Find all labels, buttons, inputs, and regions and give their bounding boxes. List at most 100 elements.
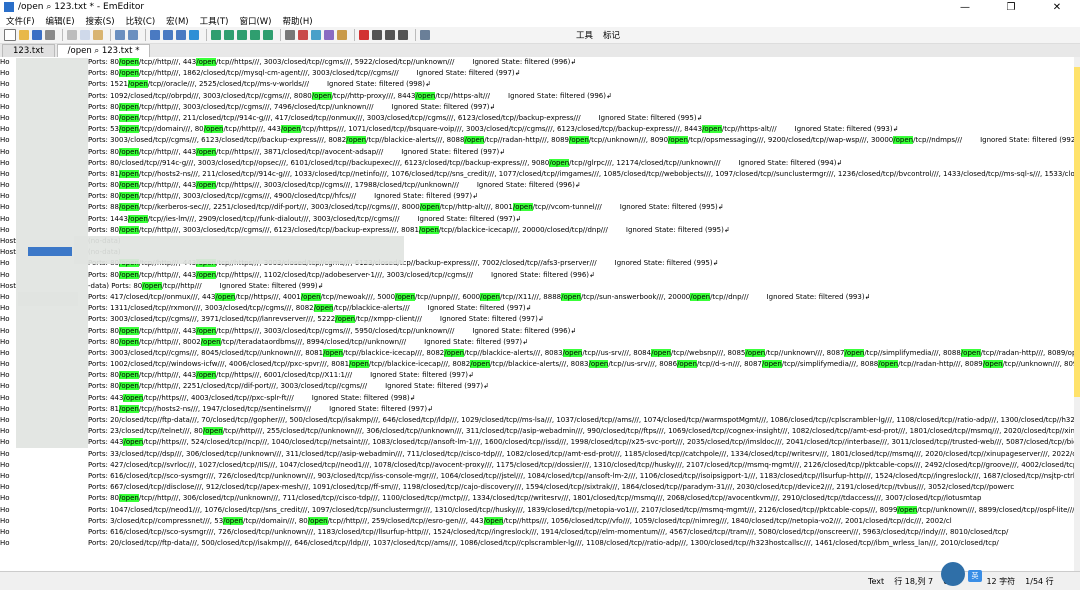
record-macro-icon[interactable]	[359, 30, 369, 40]
macro-icon[interactable]	[398, 30, 408, 40]
view-icon[interactable]	[237, 30, 247, 40]
port-text: Ports: 81	[88, 169, 120, 178]
open-match-highlight: /open	[119, 147, 139, 156]
text-line: Ho Ports: 20/closed/tcp//ftp-data///, 500…	[0, 538, 1074, 549]
port-text: /tcp//https///, 1056/closed/tcp//vfo///,…	[503, 516, 952, 525]
host-field: Ho	[0, 449, 10, 458]
plugin-icon[interactable]	[298, 30, 308, 40]
open-match-highlight: /open	[119, 382, 139, 391]
paste-icon[interactable]	[93, 30, 103, 40]
ignored-state-text: Ignored State: filtered (996)↲	[508, 91, 612, 100]
open-match-highlight: /open	[480, 292, 500, 301]
open-match-highlight: /open	[119, 181, 139, 190]
config-icon[interactable]	[285, 30, 295, 40]
ignored-state-text: Ignored State: filtered (997)↲	[401, 147, 506, 156]
menu-file[interactable]: 文件(F)	[6, 15, 35, 27]
port-text: /tcp//upnp///, 6000	[414, 292, 481, 301]
port-text: /tcp//https///, 1071/closed/tcp//bsquare…	[300, 125, 703, 134]
close-button[interactable]: ✕	[1034, 2, 1080, 13]
ignored-state-text: Ignored State: filtered (997)↲	[391, 102, 496, 111]
scrollbar-thumb[interactable]	[1074, 67, 1080, 397]
maximize-button[interactable]: ❐	[988, 2, 1034, 13]
port-text: /tcp//unknown///, 8087	[765, 348, 845, 357]
view-icon[interactable]	[224, 30, 234, 40]
menu-search[interactable]: 搜索(S)	[86, 15, 115, 27]
open-match-highlight: /open	[313, 304, 334, 313]
port-text: /tcp//http///, 3003/closed/tcp//cgms///,…	[138, 102, 374, 111]
print-icon[interactable]	[45, 30, 55, 40]
port-text: /tcp//radan-http///, 8089	[484, 136, 569, 145]
filter-icon[interactable]	[189, 30, 199, 40]
menu-macro[interactable]: 宏(M)	[166, 15, 188, 27]
open-match-highlight: /open	[203, 125, 224, 134]
open-match-highlight: /open	[280, 125, 301, 134]
port-text: /tcp//radan-http///, 8089	[898, 360, 983, 369]
open-match-highlight: /open	[119, 113, 139, 122]
toolbar-divider	[280, 29, 281, 41]
port-text: /tcp//sun-answerbook///, 20000	[580, 292, 691, 301]
open-match-highlight: /open	[395, 292, 415, 301]
port-text: /tcp//blackice-alerts///, 8083	[464, 348, 563, 357]
view-icon[interactable]	[211, 30, 221, 40]
open-match-highlight: /open	[223, 516, 243, 525]
find-icon[interactable]	[150, 30, 160, 40]
macro-icon[interactable]	[385, 30, 395, 40]
port-text: Ports: 1047/closed/tcp//neod1///, 1076/c…	[88, 505, 898, 514]
toolbar-divider	[415, 29, 416, 41]
cut-icon[interactable]	[67, 30, 77, 40]
text-editor[interactable]: Ho Ports: 80/open/tcp//http///, 443/open/…	[0, 57, 1074, 572]
text-line: Ho Ports: 443/open/tcp//https///, 4003/cl…	[0, 393, 1074, 404]
port-text: /tcp//unknown///, 8090	[588, 136, 669, 145]
open-folder-icon[interactable]	[19, 30, 29, 40]
text-line: HoPorts: 80/open/tcp//http///, 443/open/…	[0, 180, 1074, 191]
text-line: Ho Ports: 80/open/tcp//http///, 3003/clos…	[0, 225, 1074, 236]
redo-icon[interactable]	[128, 30, 138, 40]
plugin-icon[interactable]	[311, 30, 321, 40]
text-line: Ho Ports: 80/open/tcp//http///, 3003/clos…	[0, 191, 1074, 202]
menu-help[interactable]: 帮助(H)	[283, 15, 313, 27]
wrench-icon[interactable]	[420, 30, 430, 40]
minimize-button[interactable]: —	[942, 2, 988, 13]
port-text: /tcp//blackice-alerts///	[333, 304, 410, 313]
ignored-state-text: Ignored State: filtered (995)↲	[619, 203, 724, 212]
copy-icon[interactable]	[80, 30, 90, 40]
port-text: Ports: 80	[88, 270, 120, 279]
port-text: /tcp//http-alt///, 8001	[439, 203, 513, 212]
undo-icon[interactable]	[115, 30, 125, 40]
open-match-highlight: /open	[960, 348, 981, 357]
text-line: HoPorts: 80/open/tcp//http///, 443/open/…	[0, 326, 1074, 337]
port-text: /tcp//http///, 211/closed/tcp//914c-g///…	[138, 113, 581, 122]
port-text: Ports: 20/closed/tcp//ftp-data///, 70/cl…	[88, 416, 1074, 424]
port-text: /tcp//https///, 4001	[235, 292, 301, 301]
open-match-highlight: /open	[335, 315, 356, 324]
view-icon[interactable]	[263, 30, 273, 40]
text-line: Ho Ports: 417/closed/tcp//onmux///, 443/o…	[0, 292, 1074, 303]
menu-compare[interactable]: 比较(C)	[126, 15, 156, 27]
tools-label[interactable]: 工具	[576, 29, 593, 41]
run-macro-icon[interactable]	[372, 30, 382, 40]
replace-icon[interactable]	[176, 30, 186, 40]
ignored-state-text: Ignored State: filtered (997)↲	[427, 304, 532, 313]
text-line: Ho Ports: 88/open/tcp//kerberos-sec///, 2…	[0, 202, 1074, 213]
port-text: Ports: 80	[88, 371, 120, 380]
menu-window[interactable]: 窗口(W)	[239, 15, 271, 27]
tab-open-filter[interactable]: /open ⌕ 123.txt *	[56, 44, 151, 57]
plugin-icon[interactable]	[337, 30, 347, 40]
port-text: /tcp//https///, 3003/closed/tcp//cgms///…	[216, 58, 455, 66]
menu-tools[interactable]: 工具(T)	[200, 15, 229, 27]
plugin-icon[interactable]	[324, 30, 334, 40]
open-match-highlight: /open	[300, 292, 321, 301]
mark-label[interactable]: 标记	[603, 29, 620, 41]
find-next-icon[interactable]	[163, 30, 173, 40]
tab-123-txt[interactable]: 123.txt	[2, 44, 55, 57]
port-text: Ports: 20/closed/tcp//ftp-data///, 500/c…	[88, 539, 999, 548]
new-file-icon[interactable]	[4, 29, 16, 41]
menu-edit[interactable]: 编辑(E)	[46, 15, 75, 27]
save-icon[interactable]	[32, 30, 42, 40]
ime-indicator[interactable]: 英	[968, 570, 982, 582]
view-icon[interactable]	[250, 30, 260, 40]
open-match-highlight: /open	[878, 360, 899, 369]
toolbar-divider	[110, 29, 111, 41]
open-match-highlight: /open	[119, 404, 139, 413]
vertical-scrollbar[interactable]	[1074, 57, 1080, 572]
